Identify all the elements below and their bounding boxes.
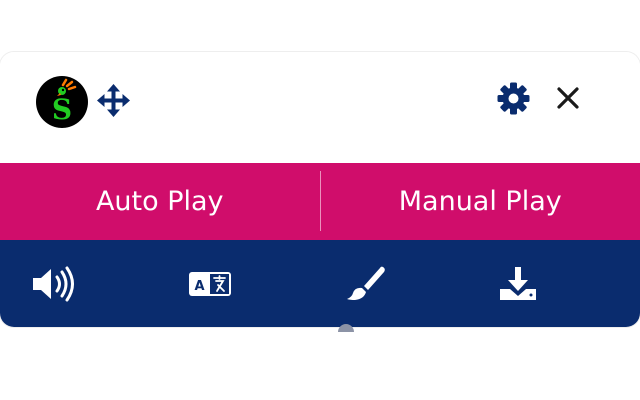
play-mode-bar: Auto Play Manual Play: [0, 163, 640, 240]
auto-play-button[interactable]: Auto Play: [0, 163, 320, 240]
manual-play-button[interactable]: Manual Play: [321, 163, 640, 240]
translate-button[interactable]: A: [187, 266, 233, 302]
move-arrows-icon[interactable]: [97, 84, 130, 117]
paint-brush-icon: [342, 266, 388, 302]
volume-button[interactable]: [31, 266, 77, 302]
widget-header: S: [0, 52, 640, 163]
svg-text:A: A: [194, 279, 204, 294]
reader-widget: S Auto Play Manual Play A: [0, 52, 640, 327]
download-button[interactable]: [495, 266, 541, 302]
translate-icon: A: [187, 266, 233, 302]
gear-icon[interactable]: [497, 82, 530, 115]
logo-letter: S: [52, 93, 72, 126]
download-icon: [495, 266, 541, 302]
tools-toolbar: A: [0, 240, 640, 327]
volume-icon: [31, 266, 77, 302]
paint-brush-button[interactable]: [342, 266, 388, 302]
close-icon[interactable]: [556, 86, 580, 110]
parrot-logo-icon: S: [36, 76, 88, 128]
